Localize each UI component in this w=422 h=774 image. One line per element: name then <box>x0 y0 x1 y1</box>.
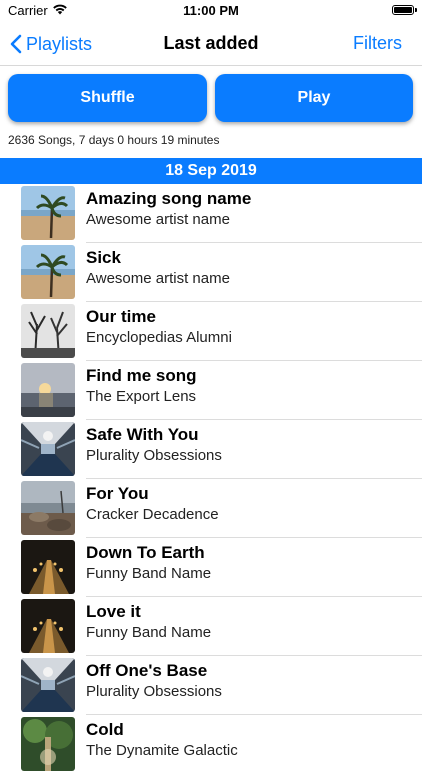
song-artist: Encyclopedias Alumni <box>86 329 232 346</box>
song-row[interactable]: For You Cracker Decadence <box>0 479 422 538</box>
song-artist: Funny Band Name <box>86 565 212 582</box>
song-artist: The Export Lens <box>86 388 197 405</box>
song-artist: Plurality Obsessions <box>86 447 222 464</box>
album-art <box>21 186 75 240</box>
song-artist: Funny Band Name <box>86 624 212 641</box>
song-title: Off One's Base <box>86 661 208 680</box>
song-list: Amazing song name Awesome artist name Si… <box>0 184 422 774</box>
song-artist: Awesome artist name <box>86 270 230 287</box>
navigation-bar: Playlists Last added Filters <box>0 22 422 66</box>
song-artist: The Dynamite Galactic <box>86 742 238 759</box>
song-title: Love it <box>86 602 141 621</box>
song-row[interactable]: Love it Funny Band Name <box>0 597 422 656</box>
song-row[interactable]: Off One's Base Plurality Obsessions <box>0 656 422 715</box>
song-title: Down To Earth <box>86 543 205 562</box>
song-title: Our time <box>86 307 156 326</box>
album-art <box>21 363 75 417</box>
song-title: Find me song <box>86 366 197 385</box>
album-art <box>21 717 75 771</box>
album-art <box>21 540 75 594</box>
clock: 11:00 PM <box>183 3 239 18</box>
song-title: Safe With You <box>86 425 199 444</box>
section-header-date: 18 Sep 2019 <box>0 158 422 184</box>
shuffle-button[interactable]: Shuffle <box>8 74 207 122</box>
album-art <box>21 599 75 653</box>
song-title: Sick <box>86 248 121 267</box>
song-row[interactable]: Find me song The Export Lens <box>0 361 422 420</box>
play-button[interactable]: Play <box>215 74 413 122</box>
album-art <box>21 481 75 535</box>
song-row[interactable]: Down To Earth Funny Band Name <box>0 538 422 597</box>
song-title: Cold <box>86 720 124 739</box>
album-art <box>21 658 75 712</box>
album-art <box>21 422 75 476</box>
song-row[interactable]: Amazing song name Awesome artist name <box>0 184 422 243</box>
song-row[interactable]: Our time Encyclopedias Alumni <box>0 302 422 361</box>
status-bar: Carrier 11:00 PM <box>0 0 422 22</box>
album-art <box>21 245 75 299</box>
song-artist: Awesome artist name <box>86 211 230 228</box>
song-artist: Cracker Decadence <box>86 506 219 523</box>
playlist-summary: 2636 Songs, 7 days 0 hours 19 minutes <box>8 133 220 147</box>
song-title: For You <box>86 484 149 503</box>
song-row[interactable]: Sick Awesome artist name <box>0 243 422 302</box>
filters-button[interactable]: Filters <box>353 33 402 54</box>
song-row[interactable]: Cold The Dynamite Galactic <box>0 715 422 774</box>
song-artist: Plurality Obsessions <box>86 683 222 700</box>
album-art <box>21 304 75 358</box>
song-row[interactable]: Safe With You Plurality Obsessions <box>0 420 422 479</box>
song-title: Amazing song name <box>86 189 252 208</box>
battery-icon <box>392 5 417 15</box>
